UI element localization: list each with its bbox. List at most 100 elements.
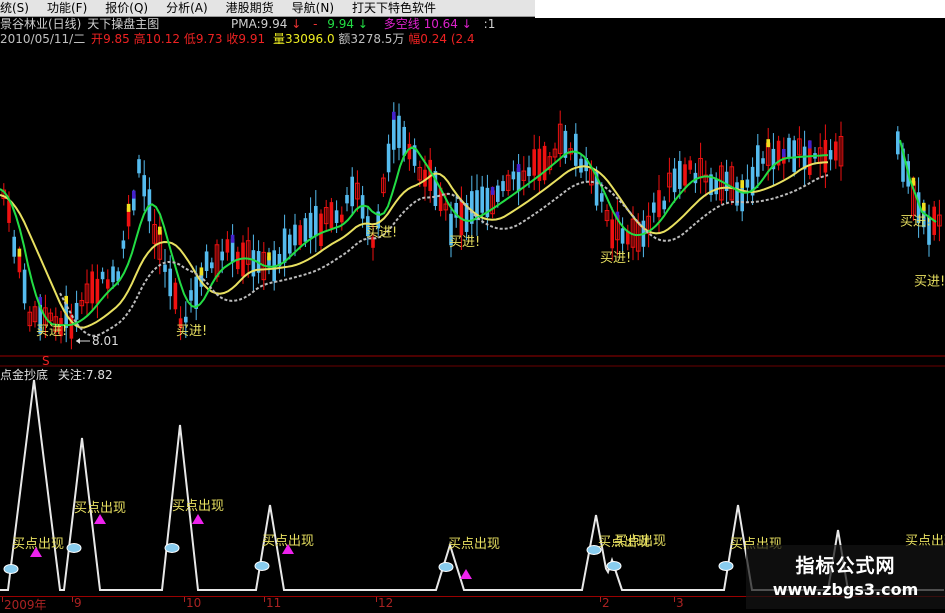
candle-body xyxy=(397,115,401,148)
x-axis-tick: 3 xyxy=(676,596,684,610)
candle-body xyxy=(787,137,791,159)
indicator-focus-value: 关注:7.82 xyxy=(57,368,113,382)
menu-quote[interactable]: 报价(Q) xyxy=(87,0,148,16)
candle-body xyxy=(282,228,287,263)
candle-body xyxy=(454,202,458,218)
open-value: 9.85 xyxy=(103,32,130,46)
candle-body xyxy=(729,166,735,201)
buy-point-label: 买点出现 xyxy=(74,501,126,516)
candle-body xyxy=(761,158,765,164)
candle-body xyxy=(168,268,172,297)
menu-special-software[interactable]: 打天下特色软件 xyxy=(334,0,436,16)
candle-body xyxy=(475,190,479,221)
candle-body xyxy=(277,253,282,267)
candle-body xyxy=(319,213,323,247)
candle-body xyxy=(630,218,636,248)
candle-body xyxy=(178,318,183,328)
menu-analysis[interactable]: 分析(A) xyxy=(148,0,208,16)
buy-triangle-icon xyxy=(282,544,294,554)
x-axis-tick-mark xyxy=(600,597,601,602)
candle-body xyxy=(927,216,931,245)
change-tail: (2.4 xyxy=(450,32,475,46)
candle-body xyxy=(152,224,157,244)
menu-function[interactable]: 功能(F) xyxy=(29,0,87,16)
low-marker-arrowhead xyxy=(76,338,80,344)
candle-body xyxy=(381,177,386,194)
candle-highlight xyxy=(911,177,916,186)
candle-highlight xyxy=(230,234,235,243)
candle-body xyxy=(532,149,536,176)
candle-body xyxy=(678,160,682,189)
signal-dot-icon xyxy=(586,545,602,555)
watermark-title: 指标公式网 xyxy=(795,555,896,577)
candle-body xyxy=(43,307,48,326)
candle-body xyxy=(600,193,604,202)
candle-body xyxy=(329,202,334,229)
high-label: 高 xyxy=(133,32,146,46)
candle-body xyxy=(776,140,781,166)
change-value: 0.24 xyxy=(420,32,447,46)
candle-body xyxy=(557,123,563,154)
candle-highlight xyxy=(516,164,521,173)
candle-body xyxy=(173,282,178,310)
candle-body xyxy=(402,126,406,156)
buy-point-label: 买点出现 xyxy=(614,534,666,549)
candle-body xyxy=(428,159,432,191)
menu-hk-futures[interactable]: 港股期货 xyxy=(208,0,274,16)
candle-body xyxy=(646,215,651,234)
candle-body xyxy=(449,213,453,246)
candle-body xyxy=(443,203,449,211)
candle-body xyxy=(355,182,360,200)
menu-navigation[interactable]: 导航(N) xyxy=(274,0,334,16)
bull-bear-line-label: 多空线 xyxy=(383,17,420,31)
candle-body xyxy=(261,251,267,281)
candle-body xyxy=(22,269,27,304)
candle-body xyxy=(350,176,354,207)
candle-highlight xyxy=(38,296,42,305)
candle-body xyxy=(111,266,115,283)
candle-body xyxy=(719,165,724,201)
candle-body xyxy=(433,171,438,206)
x-axis-tick: 9 xyxy=(74,596,82,610)
candle-body xyxy=(407,143,412,160)
candle-body xyxy=(490,190,495,215)
candle-body xyxy=(245,240,251,265)
x-axis-tick: 10 xyxy=(186,596,202,610)
candle-highlight xyxy=(17,248,22,257)
buy-point-label: 买点出现 xyxy=(262,534,314,549)
bull-bear-line-arrow: ↓ xyxy=(461,17,472,31)
candle-body xyxy=(823,139,828,173)
candle-body xyxy=(765,142,771,166)
signal-dot-icon xyxy=(438,562,454,572)
moving-average-green-right xyxy=(899,139,937,223)
candle-body xyxy=(683,164,687,186)
candle-body xyxy=(225,239,230,253)
candle-body xyxy=(547,156,553,171)
buy-triangle-icon xyxy=(460,569,472,579)
candle-body xyxy=(937,214,942,227)
x-axis-tick-mark xyxy=(2,597,3,602)
candle-body xyxy=(334,210,339,224)
candle-body xyxy=(345,194,349,204)
candle-body xyxy=(267,256,271,266)
candle-body xyxy=(323,207,329,225)
candle-body xyxy=(147,189,152,222)
candle-body xyxy=(417,167,423,181)
candle-body xyxy=(251,250,256,277)
candle-body xyxy=(423,169,427,187)
green-line-value: 9.94 xyxy=(327,17,355,31)
candle-body xyxy=(589,168,594,186)
chart-title: 天下操盘主图 xyxy=(87,17,160,31)
candle-body xyxy=(703,174,709,183)
candle-body xyxy=(584,158,588,172)
menu-system[interactable]: 统(S) xyxy=(0,0,29,16)
blank-area xyxy=(535,0,945,18)
moving-average-grey xyxy=(59,174,829,337)
candle-body xyxy=(542,145,547,181)
candle-body xyxy=(922,206,926,228)
candle-highlight xyxy=(740,180,744,189)
buy-signal-label: 买进! xyxy=(36,324,67,339)
signal-dot-icon xyxy=(164,543,180,553)
candle-body xyxy=(288,234,292,254)
candle-body xyxy=(100,271,105,280)
